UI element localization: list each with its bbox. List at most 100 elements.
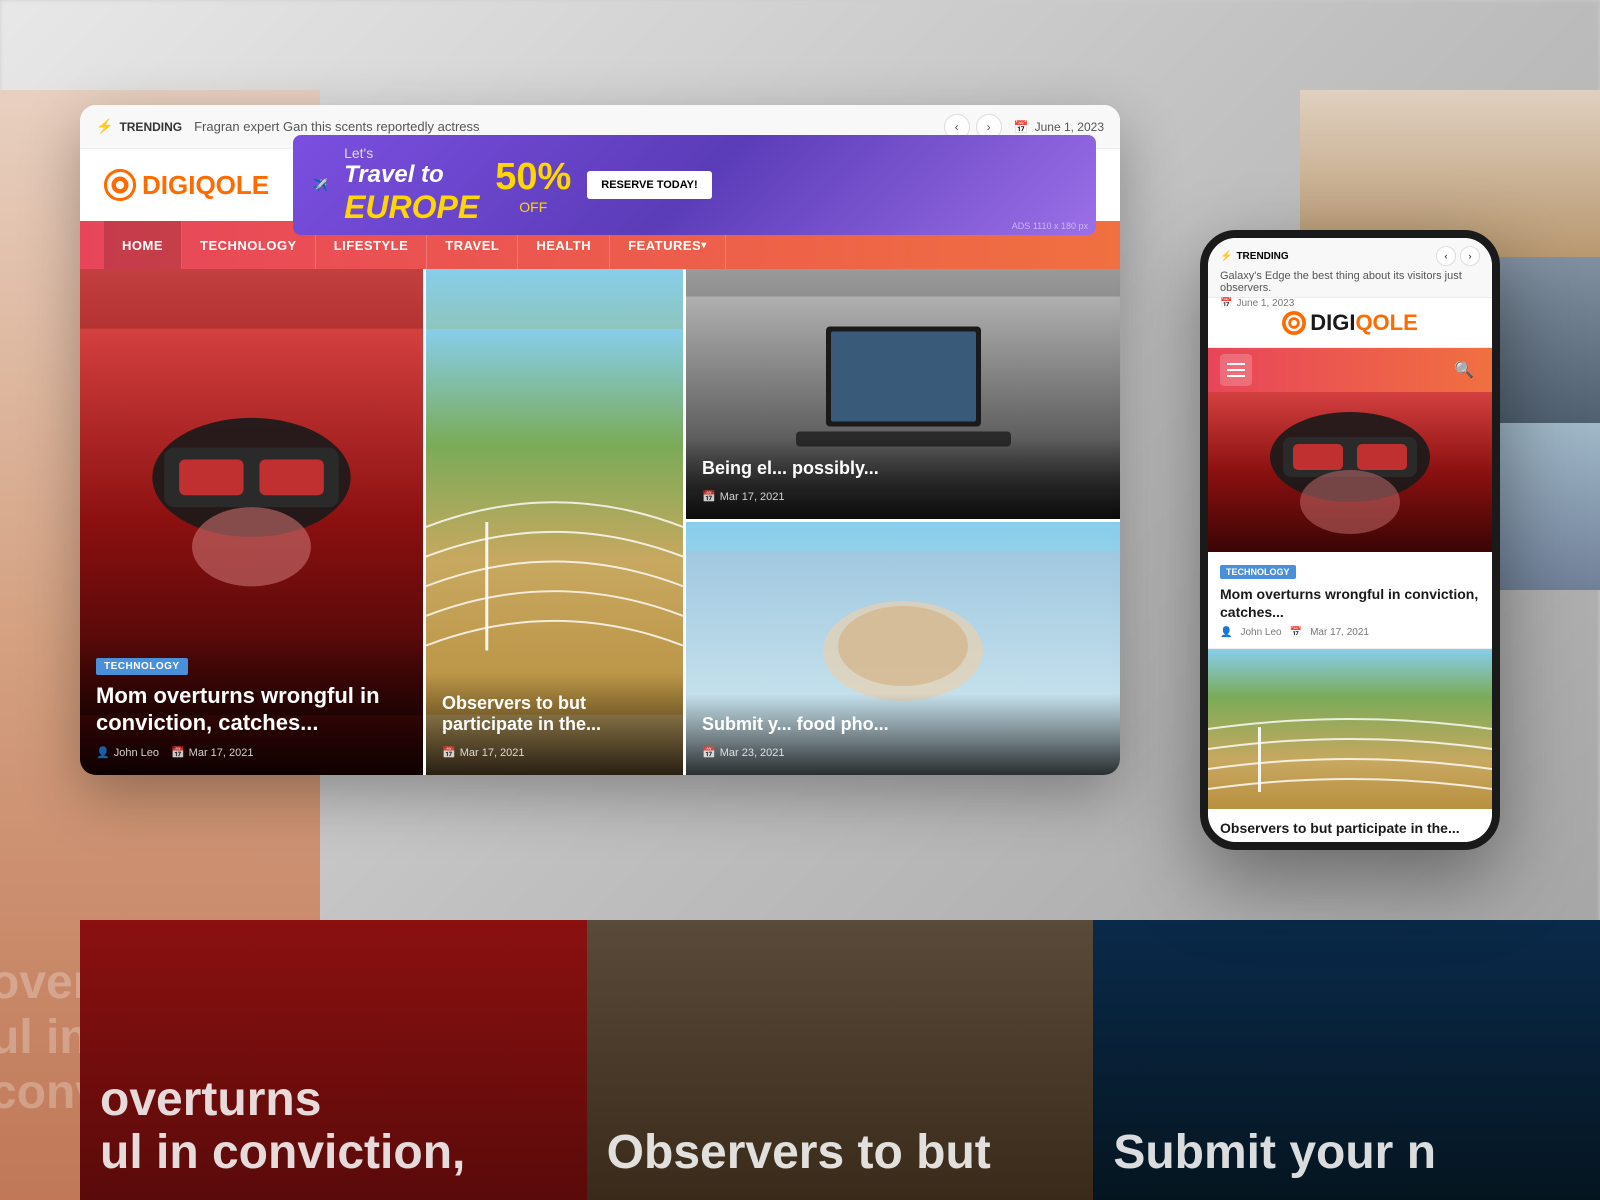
- mobile-article-card-1[interactable]: TECHNOLOGY Mom overturns wrongful in con…: [1208, 392, 1492, 649]
- article-3-top-overlay: Being el... possibly... 📅 Mar 17, 2021: [686, 438, 1120, 519]
- article-card-3: Being el... possibly... 📅 Mar 17, 2021: [686, 269, 1120, 775]
- ad-text-group: Let's Travel to EUROPE: [344, 145, 479, 226]
- logo-text: DIGIQOLE: [142, 170, 269, 201]
- article-1-meta: 👤 John Leo 📅 Mar 17, 2021: [96, 746, 407, 759]
- mobile-logo[interactable]: DIGIQOLE: [1282, 310, 1418, 336]
- calendar-icon: 📅: [1014, 120, 1029, 134]
- mobile-article-1-title: Mom overturns wrongful in conviction, ca…: [1220, 585, 1480, 621]
- bottom-section: overturnsul in conviction, Observers to …: [80, 920, 1600, 1200]
- mobile-vr-svg: [1208, 392, 1492, 552]
- date-info: 📅 June 1, 2023: [1014, 120, 1104, 134]
- reserve-today-button[interactable]: RESERVE TODAY!: [587, 171, 711, 199]
- mobile-menu-button[interactable]: [1220, 354, 1252, 386]
- mobile-calendar-icon: 📅: [1220, 298, 1232, 309]
- article-card-2[interactable]: Observers to but participate in the... 📅…: [426, 269, 686, 775]
- article-2-date: 📅 Mar 17, 2021: [442, 746, 525, 759]
- mobile-article-1-body: TECHNOLOGY Mom overturns wrongful in con…: [1208, 552, 1492, 649]
- ad-europe-text: EUROPE: [344, 189, 479, 226]
- article-4-title: Submit y... food pho...: [702, 714, 1104, 736]
- calendar-icon-2: 📅: [442, 746, 456, 759]
- header-ad-banner[interactable]: ✈️ Let's Travel to EUROPE 50% OFF RESERV…: [293, 135, 1096, 235]
- trending-badge: ⚡ TRENDING: [96, 118, 182, 135]
- ad-banner-content: ✈️ Let's Travel to EUROPE 50% OFF RESERV…: [293, 145, 1096, 226]
- mobile-header-bar: 🔍: [1208, 348, 1492, 392]
- article-1-title: Mom overturns wrongful in conviction, ca…: [96, 683, 407, 736]
- menu-line-1: [1227, 363, 1245, 365]
- user-icon-1: 👤: [96, 746, 110, 759]
- mobile-trending-badge: ⚡ TRENDING: [1220, 251, 1289, 262]
- lightning-icon: ⚡: [96, 118, 113, 135]
- mobile-article-2-img: [1208, 649, 1492, 809]
- article-1-date: 📅 Mar 17, 2021: [171, 746, 254, 759]
- calendar-icon-1: 📅: [171, 746, 185, 759]
- bottom-article-1: overturnsul in conviction,: [80, 920, 587, 1200]
- bottom-article-2: Observers to but: [587, 920, 1094, 1200]
- mobile-trending-date: 📅 June 1, 2023: [1220, 298, 1480, 309]
- article-1-overlay: TECHNOLOGY Mom overturns wrongful in con…: [80, 636, 423, 775]
- trending-text: Fragran expert Gan this scents reportedl…: [194, 119, 932, 134]
- main-browser-card: ⚡ TRENDING Fragran expert Gan this scent…: [80, 105, 1120, 775]
- mobile-trending-text: Galaxy's Edge the best thing about its v…: [1220, 270, 1480, 294]
- article-2-overlay: Observers to but participate in the... 📅…: [426, 673, 683, 775]
- mobile-inner: ⚡ TRENDING ‹ › Galaxy's Edge the best th…: [1208, 238, 1492, 842]
- logo-qole: QOLE: [195, 170, 269, 200]
- trending-label: TRENDING: [119, 120, 182, 134]
- article-4-date: 📅 Mar 23, 2021: [702, 746, 785, 759]
- mobile-article-1-meta: 👤 John Leo 📅 Mar 17, 2021: [1220, 627, 1480, 638]
- site-logo[interactable]: DIGIQOLE: [104, 169, 269, 201]
- mobile-article-2-body: Observers to but participate in the... 📅…: [1208, 809, 1492, 842]
- mobile-phone-card: ⚡ TRENDING ‹ › Galaxy's Edge the best th…: [1200, 230, 1500, 850]
- menu-line-3: [1227, 375, 1245, 377]
- mobile-articles-list: TECHNOLOGY Mom overturns wrongful in con…: [1208, 392, 1492, 842]
- bottom-title-3: Submit your n: [1113, 1127, 1580, 1180]
- mobile-prev-btn[interactable]: ‹: [1436, 246, 1456, 266]
- bottom-title-2: Observers to but: [607, 1127, 1074, 1180]
- mobile-logo-qole: QOLE: [1355, 310, 1417, 335]
- ad-airplane-icon: ✈️: [313, 178, 328, 192]
- ad-travel-text: Travel to: [344, 161, 479, 189]
- ad-percent-text: 50%: [495, 156, 571, 199]
- mobile-article-1-img: [1208, 392, 1492, 552]
- article-2-meta: 📅 Mar 17, 2021: [442, 746, 667, 759]
- article-3-bottom-overlay: Submit y... food pho... 📅 Mar 23, 2021: [686, 694, 1120, 775]
- article-4-meta: 📅 Mar 23, 2021: [702, 746, 1104, 759]
- mobile-search-button[interactable]: 🔍: [1448, 354, 1480, 386]
- article-3-title: Being el... possibly...: [702, 458, 1104, 480]
- bottom-article-2-text: Observers to but: [607, 1127, 1074, 1180]
- site-header: DIGIQOLE ✈️ Let's Travel to EUROPE 50% O…: [80, 149, 1120, 221]
- ad-off-text: OFF: [495, 199, 571, 215]
- mobile-lightning-icon: ⚡: [1220, 251, 1232, 262]
- logo-svg: [104, 169, 136, 201]
- bottom-article-1-text: overturnsul in conviction,: [100, 1074, 567, 1180]
- calendar-icon-4: 📅: [702, 746, 716, 759]
- logo-digi: DIGI: [142, 170, 195, 200]
- mobile-trending-top-row: ⚡ TRENDING ‹ ›: [1220, 246, 1480, 266]
- article-1-category: TECHNOLOGY: [96, 658, 188, 675]
- bottom-article-3: Submit your n: [1093, 920, 1600, 1200]
- ad-size-label: ADS 1110 x 180 px: [1012, 221, 1088, 231]
- mobile-article-card-2[interactable]: Observers to but participate in the... 📅…: [1208, 649, 1492, 842]
- mobile-article-1-category: TECHNOLOGY: [1220, 565, 1296, 579]
- logo-icon: [104, 169, 136, 201]
- articles-grid: TECHNOLOGY Mom overturns wrongful in con…: [80, 269, 1120, 775]
- mobile-logo-icon: [1282, 311, 1306, 335]
- mobile-calendar-1: 📅: [1290, 627, 1302, 638]
- mobile-nav-buttons: ‹ ›: [1436, 246, 1480, 266]
- menu-line-2: [1227, 369, 1245, 371]
- article-2-title: Observers to but participate in the...: [442, 693, 667, 736]
- calendar-icon-3: 📅: [702, 490, 716, 503]
- article-3-top[interactable]: Being el... possibly... 📅 Mar 17, 2021: [686, 269, 1120, 522]
- mobile-logo-text: DIGIQOLE: [1310, 310, 1418, 336]
- mobile-track-svg: [1208, 649, 1492, 809]
- trending-date: June 1, 2023: [1035, 120, 1104, 134]
- mobile-trending-label: TRENDING: [1236, 251, 1288, 262]
- bottom-title-1: overturnsul in conviction,: [100, 1074, 567, 1180]
- nav-home[interactable]: HOME: [104, 221, 182, 269]
- ad-discount-group: 50% OFF: [495, 156, 571, 215]
- bottom-article-3-text: Submit your n: [1113, 1127, 1580, 1180]
- article-card-1[interactable]: TECHNOLOGY Mom overturns wrongful in con…: [80, 269, 426, 775]
- article-3-bottom[interactable]: Submit y... food pho... 📅 Mar 23, 2021: [686, 522, 1120, 775]
- mobile-next-btn[interactable]: ›: [1460, 246, 1480, 266]
- mobile-trending-bar: ⚡ TRENDING ‹ › Galaxy's Edge the best th…: [1208, 238, 1492, 298]
- article-3-date: 📅 Mar 17, 2021: [702, 490, 785, 503]
